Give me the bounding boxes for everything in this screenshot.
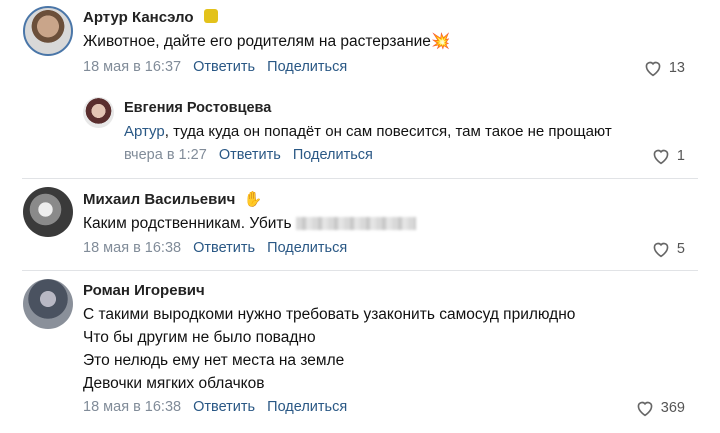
like-button[interactable]: 1 <box>651 147 685 165</box>
like-count: 1 <box>676 148 685 164</box>
like-button[interactable]: 5 <box>651 240 685 258</box>
comment-date[interactable]: 18 мая в 16:38 <box>83 399 181 415</box>
share-button[interactable]: Поделиться <box>267 399 347 415</box>
comment-date[interactable]: 18 мая в 16:38 <box>83 240 181 256</box>
comment-author[interactable]: Артур Кансэло <box>83 9 218 26</box>
comment-text: Животное, дайте его родителям на растерз… <box>83 33 451 50</box>
heart-icon <box>637 401 653 417</box>
comment-line: С такими выродкоми нужно требовать узако… <box>83 306 576 323</box>
reply-meta: вчера в 1:27 Ответить Поделиться <box>124 147 381 163</box>
reply-text: Артур, туда куда он попадёт он сам повес… <box>124 123 612 140</box>
explosion-icon: 💥 <box>430 33 451 50</box>
avatar[interactable] <box>83 97 114 128</box>
reply-button[interactable]: Ответить <box>219 147 281 163</box>
share-button[interactable]: Поделиться <box>267 240 347 256</box>
divider <box>22 178 698 179</box>
reply-date[interactable]: вчера в 1:27 <box>124 147 207 163</box>
comment-line: Девочки мягких облачков <box>83 375 265 392</box>
heart-icon <box>645 61 661 77</box>
comment-meta: 18 мая в 16:37 Ответить Поделиться <box>83 59 355 75</box>
avatar[interactable] <box>23 187 73 237</box>
divider <box>22 270 698 271</box>
like-count: 369 <box>660 400 685 416</box>
avatar[interactable] <box>23 279 73 329</box>
badge-icon <box>203 9 218 23</box>
share-button[interactable]: Поделиться <box>267 59 347 75</box>
like-count: 13 <box>668 60 685 76</box>
comment-author[interactable]: Михаил Васильевич ✋ <box>83 190 262 208</box>
reply-button[interactable]: Ответить <box>193 399 255 415</box>
comment-meta: 18 мая в 16:38 Ответить Поделиться <box>83 240 355 256</box>
mention-link[interactable]: Артур <box>124 123 165 140</box>
share-button[interactable]: Поделиться <box>293 147 373 163</box>
avatar[interactable] <box>23 6 73 56</box>
reply-button[interactable]: Ответить <box>193 59 255 75</box>
heart-icon <box>653 242 669 258</box>
reply-button[interactable]: Ответить <box>193 240 255 256</box>
hand-icon: ✋ <box>243 191 263 208</box>
comment-text: Каким родственникам. Убить <box>83 212 416 235</box>
like-button[interactable]: 369 <box>635 399 685 417</box>
like-count: 5 <box>676 241 685 257</box>
comment-meta: 18 мая в 16:38 Ответить Поделиться <box>83 399 355 415</box>
like-button[interactable]: 13 <box>643 59 685 77</box>
reply-author[interactable]: Евгения Ростовцева <box>124 100 271 116</box>
comment-author[interactable]: Роман Игоревич <box>83 282 205 299</box>
heart-icon <box>653 149 669 165</box>
comment-date[interactable]: 18 мая в 16:37 <box>83 59 181 75</box>
comment-line: Это нелюдь ему нет места на земле <box>83 352 345 369</box>
comment-line: Что бы другим не было повадно <box>83 329 316 346</box>
comments-thread: Артур Кансэло Животное, дайте его родите… <box>0 0 720 433</box>
redacted-text <box>295 217 416 231</box>
